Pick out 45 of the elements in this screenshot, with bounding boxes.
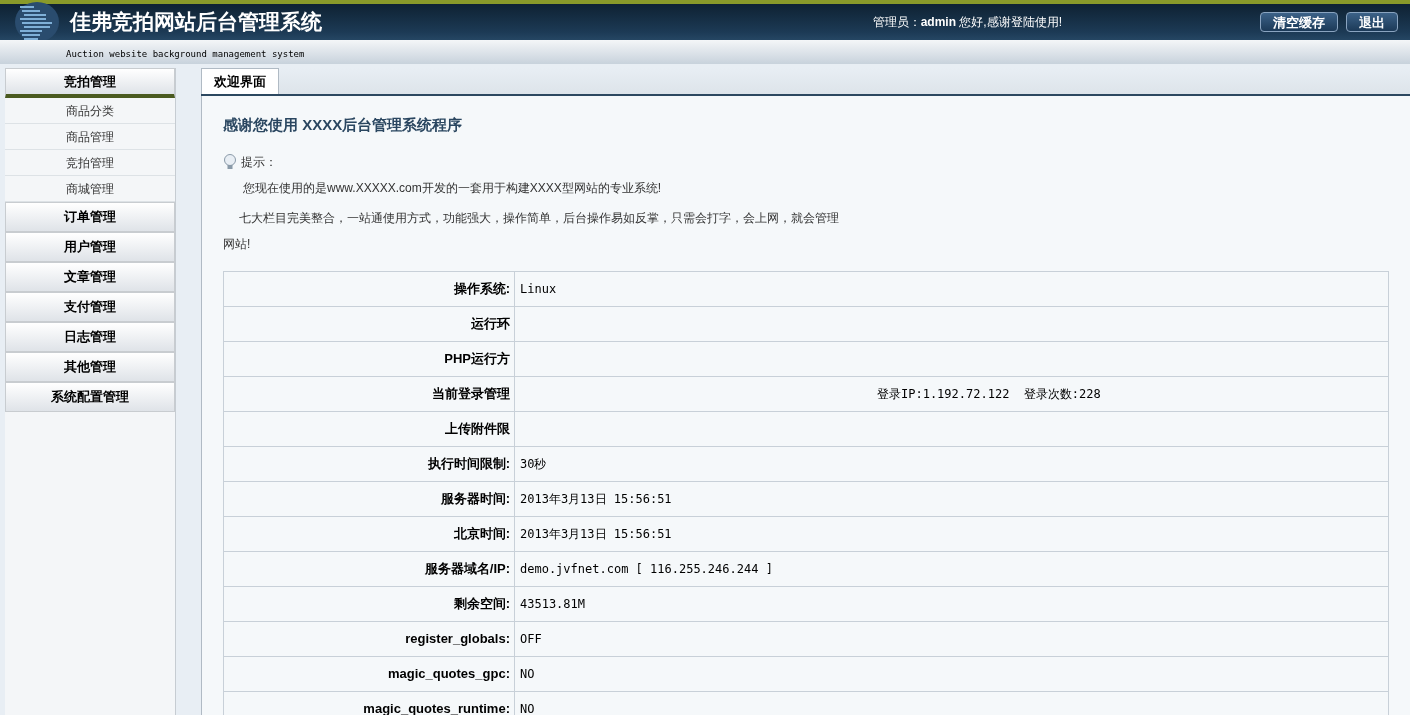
greeting-text: 管理员：admin 您好,感谢登陆使用! (872, 14, 1062, 31)
row-label: magic_quotes_runtime: (224, 691, 515, 715)
row-label: magic_quotes_gpc: (224, 656, 515, 691)
row-label: register_globals: (224, 621, 515, 656)
row-label: 服务器域名/IP: (224, 551, 515, 586)
sidebar-group[interactable]: 其他管理 (5, 352, 175, 382)
clear-cache-button[interactable]: 清空缓存 (1260, 12, 1338, 32)
row-value: 2013年3月13日 15:56:51 (520, 525, 672, 543)
row-label: 上传附件限 (224, 411, 515, 446)
sidebar-group[interactable]: 支付管理 (5, 292, 175, 322)
row-label: 剩余空间: (224, 586, 515, 621)
row-label: 执行时间限制: (224, 446, 515, 481)
sidebar-group[interactable]: 系统配置管理 (5, 382, 175, 412)
row-value: NO (520, 700, 535, 715)
sidebar-group[interactable]: 文章管理 (5, 262, 175, 292)
tip-text: 七大栏目完美整合，一站通使用方式，功能强大，操作简单，后台操作易如反掌，只需会打字，会上网，就会管理网站! (223, 209, 840, 253)
tab[interactable]: 欢迎界面 (201, 68, 279, 94)
row-value: 登录IP:1.192.72.122 登录次数:228 (877, 385, 1101, 403)
row-value: demo.jvfnet.com [ 116.255.246.244 ] (520, 560, 773, 578)
row-label: 操作系统: (224, 271, 515, 306)
sidebar-item[interactable]: 竞拍管理 (5, 150, 175, 176)
row-label: 运行环 (224, 306, 515, 341)
tip-text: 您现在使用的是www.XXXXX.com开发的一套用于构建XXXX型网站的专业系统! (242, 179, 663, 197)
sidebar-item[interactable]: 商品管理 (5, 124, 175, 150)
sidebar-group[interactable]: 日志管理 (5, 322, 175, 352)
row-label: PHP运行方 (224, 341, 515, 376)
sidebar-item[interactable]: 商品分类 (5, 98, 175, 124)
app-title: 佳弗竞拍网站后台管理系统 (70, 8, 322, 35)
logout-button[interactable]: 退出 (1346, 12, 1398, 32)
row-label: 北京时间: (224, 516, 515, 551)
row-value: 2013年3月13日 15:56:51 (520, 490, 672, 508)
row-value: 43513.81M (520, 595, 586, 613)
sidebar-group[interactable]: 订单管理 (5, 202, 175, 232)
row-value: Linux (520, 280, 557, 298)
row-value: OFF (520, 630, 542, 648)
tip-label: 提示： (241, 153, 277, 171)
sidebar-group[interactable]: 竞拍管理 (5, 68, 175, 98)
row-value: NO (520, 665, 535, 683)
lightbulb-icon (223, 153, 237, 170)
row-label: 当前登录管理 (224, 376, 515, 411)
app-subtitle: Auction website background management system (66, 49, 305, 59)
welcome-title: 感谢您使用 XXXX后台管理系统程序 (223, 115, 464, 135)
sidebar-group[interactable]: 用户管理 (5, 232, 175, 262)
row-label: 服务器时间: (224, 481, 515, 516)
row-value: 30秒 (520, 455, 547, 473)
